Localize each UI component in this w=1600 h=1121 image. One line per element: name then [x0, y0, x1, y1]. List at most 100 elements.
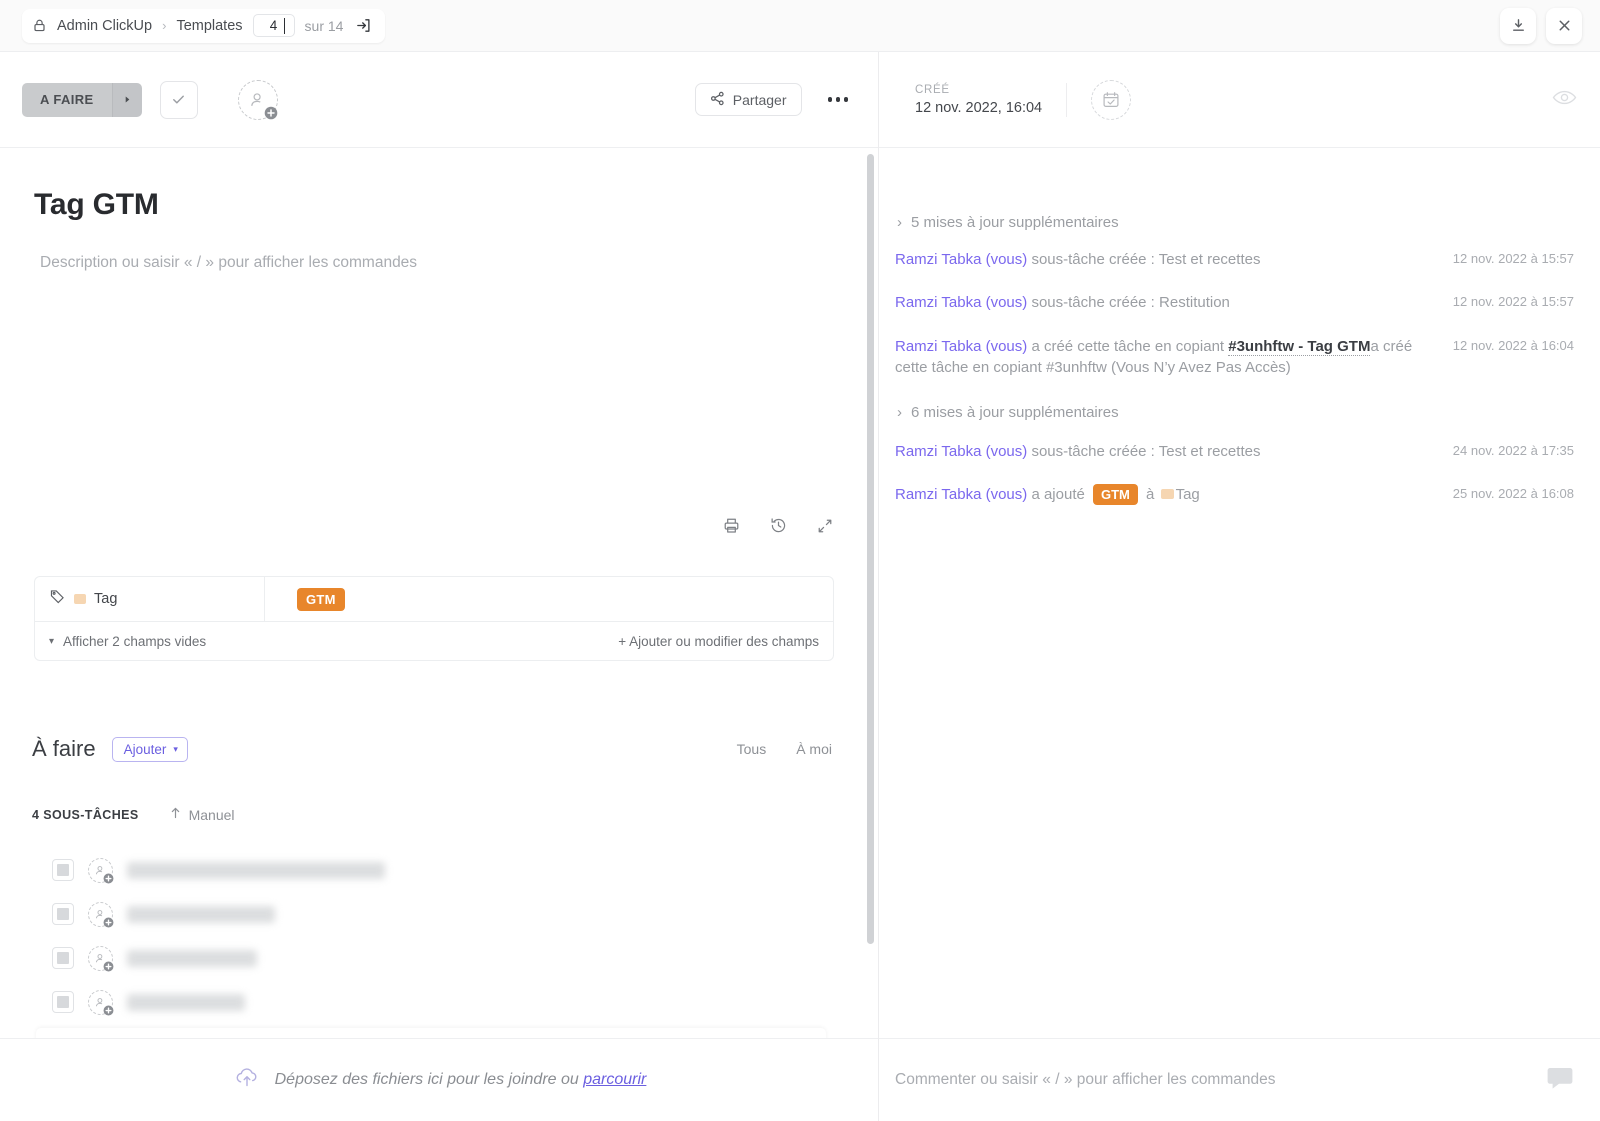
subtask-name-redacted — [127, 905, 275, 923]
share-label: Partager — [732, 91, 787, 108]
comment-bubble-icon[interactable] — [1544, 1063, 1574, 1098]
filter-all[interactable]: Tous — [737, 741, 767, 757]
file-dropzone[interactable]: Déposez des fichiers ici pour les joindr… — [0, 1038, 878, 1121]
task-body: Tag GTM Description ou saisir « / » pour… — [0, 148, 878, 1121]
subtask-row[interactable] — [32, 980, 832, 1024]
subtasks-sort-button[interactable]: Manuel — [169, 806, 235, 823]
more-options-icon[interactable] — [820, 89, 857, 110]
chevron-right-icon: › — [897, 214, 902, 231]
status-button[interactable]: A FAIRE — [22, 82, 142, 117]
activity-author[interactable]: Ramzi Tabka (vous) — [895, 338, 1027, 355]
add-assignee-icon[interactable] — [88, 945, 114, 971]
activity-text: Ramzi Tabka (vous) sous-tâche créée : Re… — [895, 292, 1230, 313]
tag-value-chip[interactable]: GTM — [297, 587, 345, 611]
tag-icon — [49, 588, 66, 610]
activity-text: Ramzi Tabka (vous) a ajouté GTM à Tag — [895, 484, 1200, 506]
comment-bar: Commenter ou saisir « / » pour afficher … — [879, 1038, 1600, 1121]
activity-tag-chip: GTM — [1093, 484, 1138, 506]
activity-author[interactable]: Ramzi Tabka (vous) — [895, 443, 1027, 460]
breadcrumb-list[interactable]: Templates — [176, 18, 242, 34]
activity-description-mid: à — [1141, 486, 1159, 504]
share-button[interactable]: Partager — [694, 83, 802, 116]
calendar-check-icon[interactable] — [1091, 79, 1132, 120]
collapsed-updates-row[interactable]: › 6 mises à jour supplémentaires — [897, 404, 1574, 421]
custom-field-label[interactable]: Tag — [35, 576, 265, 622]
open-in-new-icon[interactable] — [353, 16, 373, 36]
page-title[interactable]: Tag GTM — [0, 148, 878, 222]
task-index-input[interactable]: 4 — [252, 14, 295, 37]
task-detail-window: Admin ClickUp › Templates 4 sur 14 A FAI… — [0, 0, 1600, 1121]
activity-panel: CRÉÉ 12 nov. 2022, 16:04 › 5 mises à jou… — [879, 52, 1600, 1121]
add-assignee-icon[interactable] — [88, 857, 114, 883]
history-icon[interactable] — [769, 516, 788, 540]
subtask-checkbox[interactable] — [52, 903, 74, 925]
activity-entry: Ramzi Tabka (vous) sous-tâche créée : Te… — [895, 249, 1574, 270]
custom-fields-box: Tag GTM ▾ Afficher 2 champs vides + Ajou… — [34, 576, 834, 661]
status-caret-icon[interactable] — [111, 82, 142, 117]
add-assignee-icon[interactable] — [88, 901, 114, 927]
activity-description: sous-tâche créée : Test et recettes — [1027, 251, 1261, 268]
activity-description-before: a ajouté — [1027, 486, 1089, 504]
text-cursor — [283, 18, 285, 34]
created-label: CRÉÉ — [915, 83, 950, 96]
activity-entry: Ramzi Tabka (vous) a ajouté GTM à Tag 25… — [895, 484, 1574, 506]
scrollbar-thumb[interactable] — [867, 154, 874, 944]
add-subtask-label: Ajouter — [123, 741, 167, 757]
print-icon[interactable] — [722, 516, 741, 540]
filter-mine[interactable]: À moi — [796, 741, 832, 757]
minimize-down-icon[interactable] — [1500, 7, 1536, 44]
show-empty-fields-button[interactable]: ▾ Afficher 2 champs vides — [49, 634, 206, 649]
activity-author[interactable]: Ramzi Tabka (vous) — [895, 486, 1027, 503]
activity-entry: Ramzi Tabka (vous) sous-tâche créée : Re… — [895, 292, 1574, 313]
custom-field-value[interactable]: GTM — [265, 587, 833, 611]
browse-link[interactable]: parcourir — [583, 1071, 646, 1088]
breadcrumb-workspace[interactable]: Admin ClickUp — [57, 18, 152, 34]
activity-entry: Ramzi Tabka (vous) a créé cette tâche en… — [895, 336, 1574, 379]
subtask-row[interactable] — [32, 848, 832, 892]
description-tools — [722, 516, 834, 540]
expand-icon[interactable] — [816, 517, 834, 540]
share-icon — [710, 91, 725, 109]
activity-timestamp: 25 nov. 2022 à 16:08 — [1452, 486, 1574, 502]
top-bar: Admin ClickUp › Templates 4 sur 14 — [0, 0, 1600, 52]
subtask-filters: Tous À moi — [737, 741, 832, 757]
eye-icon[interactable] — [1551, 84, 1578, 116]
description-input[interactable]: Description ou saisir « / » pour affiche… — [0, 222, 878, 272]
divider — [1066, 82, 1068, 117]
window-controls — [1500, 7, 1582, 44]
activity-feed: › 5 mises à jour supplémentaires Ramzi T… — [879, 148, 1600, 506]
field-color-swatch — [1160, 489, 1174, 500]
subtask-row[interactable] — [32, 936, 832, 980]
lock-icon — [32, 18, 47, 33]
add-assignee-icon[interactable] — [88, 989, 114, 1015]
subtask-name-redacted — [127, 861, 385, 879]
activity-author[interactable]: Ramzi Tabka (vous) — [895, 294, 1027, 311]
collapsed-updates-row[interactable]: › 5 mises à jour supplémentaires — [897, 214, 1574, 231]
subtask-row[interactable] — [32, 892, 832, 936]
subtask-checkbox[interactable] — [52, 947, 74, 969]
subtasks-count: 4 SOUS-TÂCHES — [32, 807, 139, 822]
subtasks-section-title: À faire — [32, 736, 96, 761]
task-main-panel: A FAIRE Partager Tag GTM Description ou … — [0, 52, 879, 1121]
subtask-checkbox[interactable] — [52, 859, 74, 881]
activity-description-before: a créé cette tâche en copiant — [1027, 337, 1229, 355]
activity-author[interactable]: Ramzi Tabka (vous) — [895, 251, 1027, 268]
close-icon[interactable] — [1546, 7, 1582, 44]
subtask-name-redacted — [127, 949, 257, 967]
add-subtask-button[interactable]: Ajouter ▾ — [111, 736, 188, 762]
add-edit-fields-button[interactable]: + Ajouter ou modifier des champs — [618, 634, 819, 649]
comment-input[interactable]: Commenter ou saisir « / » pour afficher … — [895, 1071, 1276, 1089]
mark-complete-button[interactable] — [159, 80, 198, 119]
subtask-checkbox[interactable] — [52, 991, 74, 1013]
dropzone-label: Déposez des fichiers ici pour les joindr… — [274, 1071, 584, 1088]
task-toolbar: A FAIRE Partager — [0, 52, 878, 148]
custom-fields-footer: ▾ Afficher 2 champs vides + Ajouter ou m… — [35, 622, 833, 660]
activity-timestamp: 12 nov. 2022 à 15:57 — [1452, 294, 1574, 310]
add-assignee-icon[interactable] — [237, 79, 278, 120]
left-scrollbar[interactable] — [867, 148, 874, 1121]
show-empty-fields-label: Afficher 2 champs vides — [63, 633, 207, 649]
activity-text: Ramzi Tabka (vous) a créé cette tâche en… — [895, 336, 1415, 379]
linked-task-link[interactable]: #3unhftw - Tag GTM — [1228, 337, 1371, 356]
breadcrumb-separator: › — [162, 18, 167, 33]
activity-entry: Ramzi Tabka (vous) sous-tâche créée : Te… — [895, 441, 1574, 462]
